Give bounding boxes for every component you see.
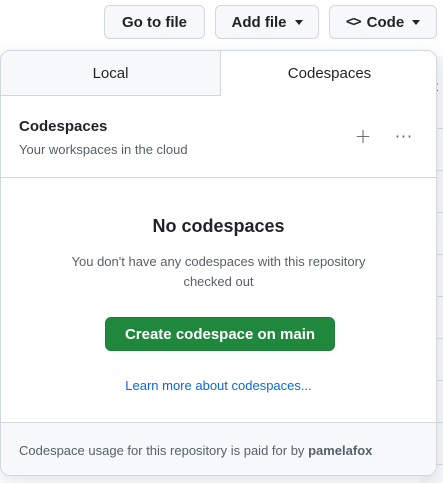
tab-bar: Local Codespaces: [1, 51, 436, 96]
empty-state: No codespaces You don't have any codespa…: [1, 178, 436, 423]
go-to-file-label: Go to file: [122, 13, 187, 31]
billing-text: Codespace usage for this repository is p…: [19, 443, 305, 458]
add-file-button[interactable]: Add file: [215, 5, 319, 39]
code-dropdown-panel: Local Codespaces Codespaces Your workspa…: [0, 50, 437, 476]
tab-local[interactable]: Local: [1, 51, 220, 95]
billing-footer-text: Codespace usage for this repository is p…: [19, 443, 372, 458]
codespaces-header: Codespaces Your workspaces in the cloud …: [1, 96, 436, 178]
plus-icon[interactable]: +: [353, 124, 373, 148]
code-label: Code: [366, 13, 405, 31]
page: t Go to file Add file <> Code Local Code…: [0, 0, 443, 483]
codespaces-subtitle: Your workspaces in the cloud: [19, 142, 188, 157]
codespaces-title: Codespaces: [19, 118, 108, 135]
tab-codespaces[interactable]: Codespaces: [220, 51, 436, 96]
create-codespace-button[interactable]: Create codespace on main: [105, 317, 335, 351]
billing-user: pamelafox: [308, 443, 373, 458]
learn-more-link[interactable]: Learn more about codespaces...: [1, 378, 436, 393]
create-codespace-label: Create codespace on main: [124, 325, 316, 343]
billing-footer: Codespace usage for this repository is p…: [1, 423, 436, 475]
kebab-horizontal-icon[interactable]: ···: [393, 126, 415, 146]
empty-state-description: You don't have any codespaces with this …: [71, 254, 366, 289]
caret-down-icon: [294, 19, 303, 25]
add-file-label: Add file: [231, 13, 287, 31]
tab-local-label: Local: [92, 64, 129, 82]
code-icon: <>: [345, 14, 362, 30]
go-to-file-button[interactable]: Go to file: [104, 5, 205, 39]
code-button[interactable]: <> Code: [329, 5, 437, 39]
empty-state-title: No codespaces: [152, 216, 285, 236]
caret-down-icon: [412, 19, 421, 25]
tab-codespaces-label: Codespaces: [287, 65, 372, 82]
